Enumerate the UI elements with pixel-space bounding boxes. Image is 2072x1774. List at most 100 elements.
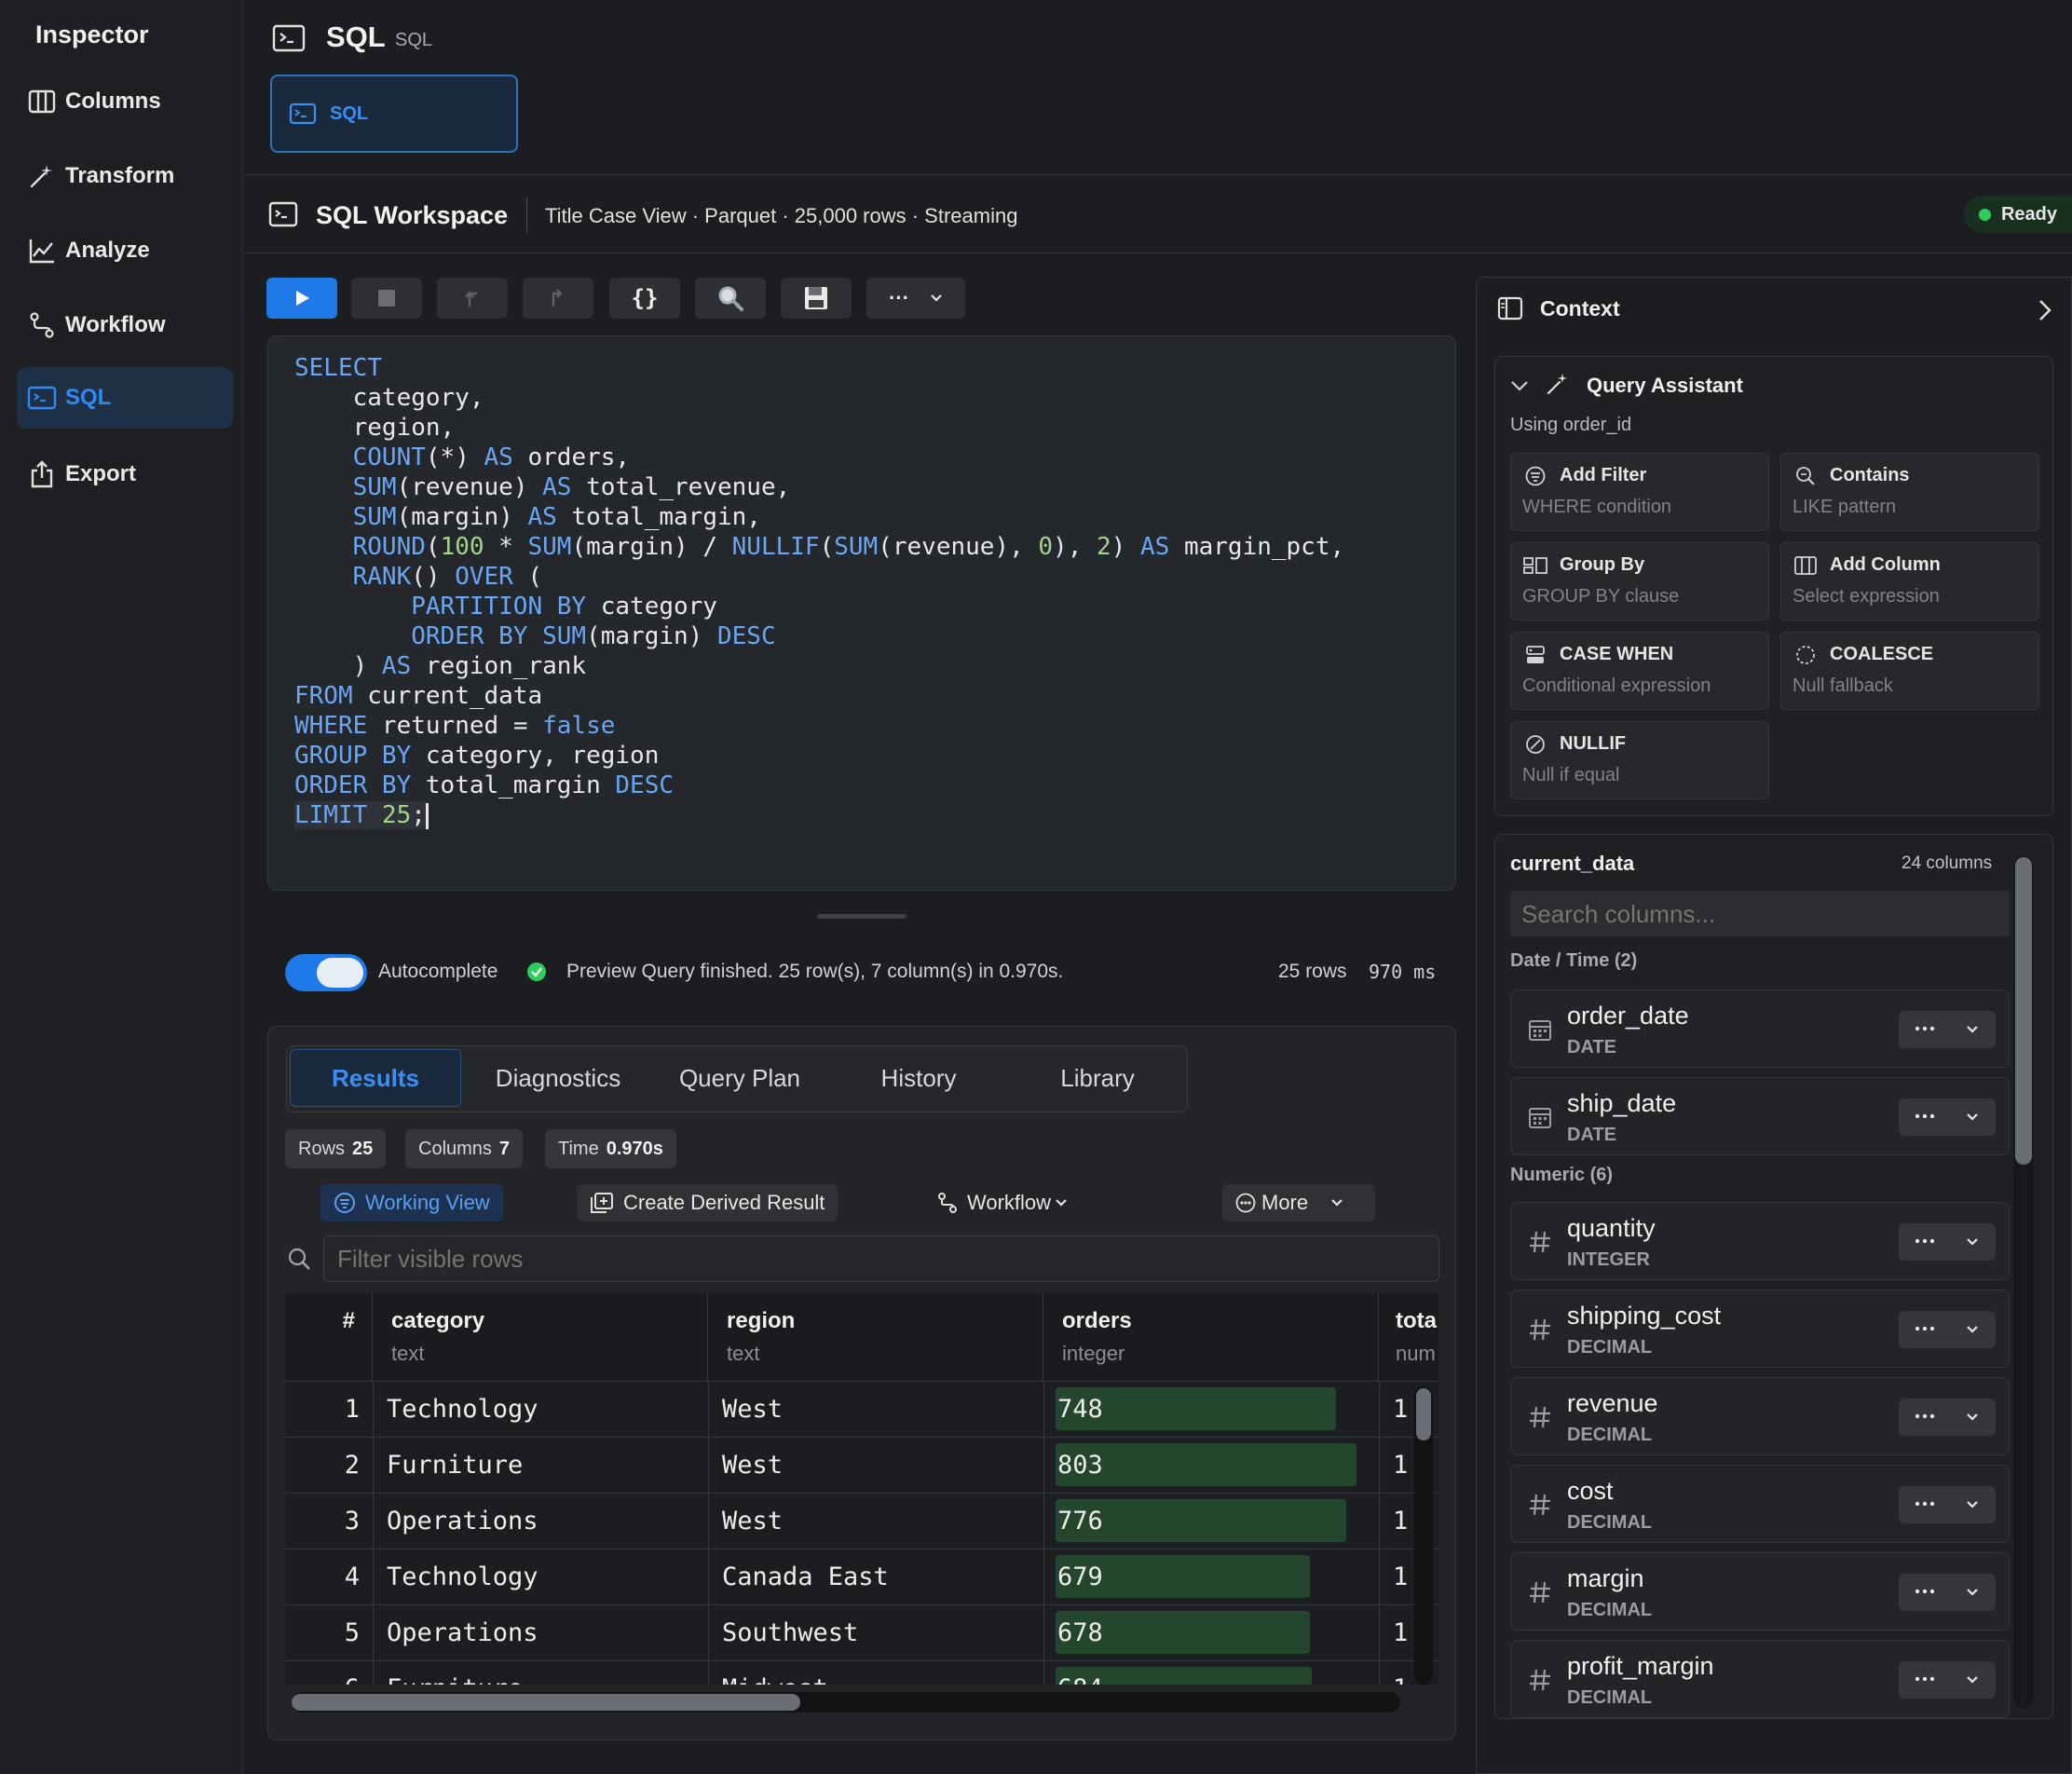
sql-editor[interactable]: SELECT category, region, COUNT(*) AS ord…	[267, 335, 1456, 891]
cell-orders[interactable]: 679	[1043, 1549, 1379, 1605]
column-item-ship-date[interactable]: ship_date DATE	[1510, 1077, 2010, 1155]
column-item-order-date[interactable]: order_date DATE	[1510, 989, 2010, 1068]
tab-library[interactable]: Library	[1021, 1049, 1174, 1107]
undo-button[interactable]	[437, 278, 508, 319]
column-actions-button[interactable]	[1899, 1574, 1996, 1611]
column-header-orders[interactable]: orders integer	[1043, 1293, 1379, 1381]
table-row[interactable]: 1 Technology West 748 1	[285, 1381, 1438, 1438]
case-when-card[interactable]: CASE WHEN Conditional expression	[1510, 632, 1769, 710]
create-derived-result-button[interactable]: Create Derived Result	[577, 1184, 838, 1221]
cell-orders[interactable]: 678	[1043, 1605, 1379, 1661]
sidebar-item-workflow[interactable]: Workflow	[17, 294, 233, 356]
column-list-scrollbar[interactable]	[2013, 855, 2034, 1708]
cell-category[interactable]: Operations	[373, 1605, 708, 1661]
column-item-revenue[interactable]: revenue DECIMAL	[1510, 1377, 2010, 1455]
column-actions-button[interactable]	[1899, 1399, 1996, 1436]
table-vertical-scrollbar[interactable]	[1414, 1386, 1433, 1685]
column-header-region[interactable]: region text	[708, 1293, 1043, 1381]
cell-index[interactable]: 2	[285, 1438, 373, 1494]
column-name: quantity	[1567, 1214, 1656, 1242]
tab-sql[interactable]: SQL	[270, 75, 518, 153]
group-by-card[interactable]: Group By GROUP BY clause	[1510, 542, 1769, 621]
cell-region[interactable]: Midwest	[708, 1661, 1043, 1685]
table-row[interactable]: 5 Operations Southwest 678 1	[285, 1604, 1438, 1661]
resize-handle[interactable]	[817, 914, 906, 919]
orders-value: 684	[1057, 1674, 1103, 1685]
cell-region[interactable]: Southwest	[708, 1605, 1043, 1661]
sql-code[interactable]: SELECT category, region, COUNT(*) AS ord…	[294, 353, 1344, 830]
column-actions-button[interactable]	[1899, 1099, 1996, 1136]
column-name: #	[342, 1308, 355, 1333]
scroll-thumb[interactable]	[292, 1694, 800, 1711]
cell-region[interactable]: West	[708, 1494, 1043, 1549]
cell-category[interactable]: Technology	[373, 1382, 708, 1438]
coalesce-card[interactable]: COALESCE Null fallback	[1780, 632, 2039, 710]
format-button[interactable]: {}	[609, 278, 680, 319]
workflow-dropdown[interactable]: Workflow	[924, 1184, 1081, 1221]
column-item-quantity[interactable]: quantity INTEGER	[1510, 1202, 2010, 1280]
sidebar-item-transform[interactable]: Transform	[17, 145, 233, 207]
table-row[interactable]: 6FurnitureMidwest6841	[285, 1660, 1438, 1685]
column-item-shipping-cost[interactable]: shipping_cost DECIMAL	[1510, 1290, 2010, 1368]
run-button[interactable]	[266, 278, 337, 319]
cell-index[interactable]: 6	[285, 1661, 373, 1685]
working-view-button[interactable]: Working View	[320, 1184, 503, 1221]
tab-results[interactable]: Results	[290, 1049, 461, 1107]
cell-orders[interactable]: 684	[1043, 1661, 1379, 1685]
chevron-down-icon[interactable]	[1510, 379, 1529, 392]
cell-category[interactable]: Technology	[373, 1549, 708, 1605]
column-item-profit-margin[interactable]: profit_margin DECIMAL	[1510, 1640, 2010, 1718]
cell-index[interactable]: 1	[285, 1382, 373, 1438]
autocomplete-toggle[interactable]	[285, 954, 367, 991]
table-horizontal-scrollbar[interactable]	[292, 1692, 1400, 1713]
column-item-cost[interactable]: cost DECIMAL	[1510, 1465, 2010, 1543]
tab-diagnostics[interactable]: Diagnostics	[479, 1049, 637, 1107]
nullif-card[interactable]: NULLIF Null if equal	[1510, 721, 1769, 799]
add-column-card[interactable]: Add Column Select expression	[1780, 542, 2039, 621]
cell-category[interactable]: Furniture	[373, 1661, 708, 1685]
column-actions-button[interactable]	[1899, 1311, 1996, 1348]
sidebar-item-analyze[interactable]: Analyze	[17, 220, 233, 281]
collapse-panel-button[interactable]	[2038, 298, 2052, 322]
scroll-thumb[interactable]	[2015, 857, 2032, 1165]
tab-query-plan[interactable]: Query Plan	[660, 1049, 820, 1107]
column-actions-button[interactable]	[1899, 1486, 1996, 1523]
column-item-margin[interactable]: margin DECIMAL	[1510, 1552, 2010, 1631]
cell-orders[interactable]: 803	[1043, 1438, 1379, 1494]
cell-index[interactable]: 4	[285, 1549, 373, 1605]
table-row[interactable]: 2 Furniture West 803 1	[285, 1437, 1438, 1494]
contains-card[interactable]: Contains LIKE pattern	[1780, 453, 2039, 531]
cell-region[interactable]: West	[708, 1382, 1043, 1438]
cell-category[interactable]: Furniture	[373, 1438, 708, 1494]
cell-index[interactable]: 5	[285, 1605, 373, 1661]
search-button[interactable]	[695, 278, 766, 319]
sidebar-item-sql[interactable]: SQL	[17, 367, 233, 429]
sidebar-item-columns[interactable]: Columns	[17, 71, 233, 132]
table-row[interactable]: 4 Technology Canada East 679 1	[285, 1549, 1438, 1605]
save-button[interactable]	[781, 278, 852, 319]
column-header-category[interactable]: category text	[373, 1293, 708, 1381]
column-actions-button[interactable]	[1899, 1011, 1996, 1048]
elapsed-ms: 970 ms	[1369, 961, 1437, 983]
filter-rows-input[interactable]	[323, 1235, 1439, 1282]
redo-button[interactable]	[523, 278, 593, 319]
cell-orders[interactable]: 776	[1043, 1494, 1379, 1549]
more-menu-button[interactable]: More	[1222, 1184, 1375, 1221]
cell-index[interactable]: 3	[285, 1494, 373, 1549]
column-actions-button[interactable]	[1899, 1223, 1996, 1261]
cell-orders[interactable]: 748	[1043, 1382, 1379, 1438]
cell-category[interactable]: Operations	[373, 1494, 708, 1549]
search-columns-input[interactable]	[1510, 891, 2010, 937]
column-header-total[interactable]: tota num	[1379, 1293, 1438, 1381]
scroll-thumb[interactable]	[1416, 1388, 1431, 1440]
table-row[interactable]: 3 Operations West 776 1	[285, 1493, 1438, 1549]
cell-region[interactable]: Canada East	[708, 1549, 1043, 1605]
cell-region[interactable]: West	[708, 1438, 1043, 1494]
stop-button[interactable]	[351, 278, 422, 319]
sidebar-item-export[interactable]: Export	[17, 444, 233, 505]
column-actions-button[interactable]	[1899, 1661, 1996, 1699]
add-filter-card[interactable]: Add Filter WHERE condition	[1510, 453, 1769, 531]
tab-history[interactable]: History	[842, 1049, 995, 1107]
column-header-index[interactable]: #	[285, 1293, 373, 1381]
more-actions-button[interactable]: ···	[866, 278, 965, 319]
